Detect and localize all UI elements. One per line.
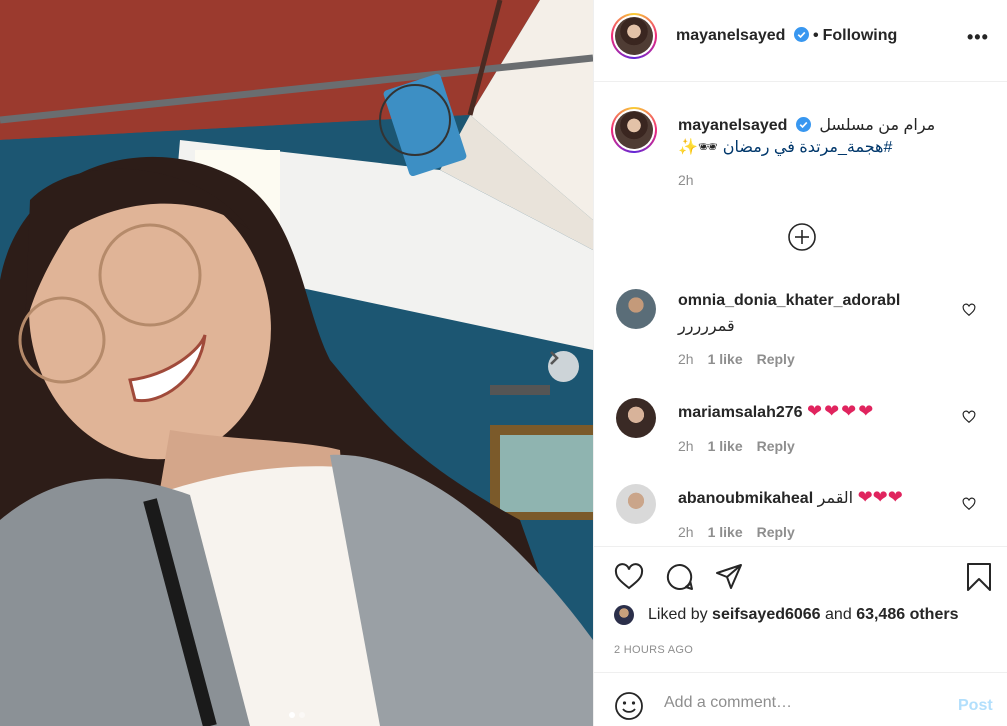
separator-dot: • <box>813 27 819 44</box>
liked-by-prefix: Liked by <box>648 606 708 623</box>
caption-avatar[interactable] <box>611 107 657 153</box>
liker-avatar[interactable] <box>614 605 634 625</box>
reply-button[interactable]: Reply <box>757 438 795 454</box>
post-actions: Liked by seifsayed6066 and 63,486 others… <box>594 546 1007 672</box>
plus-circle-icon[interactable] <box>787 222 817 252</box>
author-username[interactable]: mayanelsayed <box>676 27 785 44</box>
commenter-avatar[interactable] <box>616 398 656 438</box>
post-button[interactable]: Post <box>958 697 993 715</box>
comment-likes[interactable]: 1 like <box>708 438 743 454</box>
comment-likes[interactable]: 1 like <box>708 524 743 540</box>
caption-hashtag[interactable]: #هجمة_مرتدة في رمضان <box>723 139 893 156</box>
carousel-next-button[interactable] <box>548 351 579 382</box>
selfie-image <box>0 0 593 726</box>
paper-plane-icon[interactable] <box>714 562 744 592</box>
comment-text: ❤❤❤❤ <box>806 401 876 421</box>
commenter-username[interactable]: omnia_donia_khater_adorabl <box>678 292 900 310</box>
heart-icon[interactable] <box>614 562 644 592</box>
comment-time[interactable]: 2h <box>678 438 694 454</box>
smiley-icon[interactable] <box>614 691 644 721</box>
bookmark-icon[interactable] <box>964 562 994 592</box>
heart-icon[interactable] <box>962 303 976 317</box>
chevron-right-icon <box>550 351 559 365</box>
caption-username[interactable]: mayanelsayed <box>678 117 787 134</box>
carousel-dot <box>298 712 305 718</box>
reply-button[interactable]: Reply <box>757 351 795 367</box>
liked-by-user[interactable]: seifsayed6066 <box>712 606 821 624</box>
comment-text: قمررررر <box>678 318 735 335</box>
post-side-panel: mayanelsayed • Following ••• mayanelsayed… <box>593 0 1007 726</box>
verified-badge-icon <box>793 27 809 42</box>
more-options-button[interactable]: ••• <box>967 27 989 48</box>
commenter-username-text[interactable]: abanoubmikaheal <box>678 490 813 507</box>
comments-list[interactable]: mayanelsayed مرام من مسلسل #هجمة_مرتدة ف… <box>594 83 1007 546</box>
heart-icon[interactable] <box>962 410 976 424</box>
reply-button[interactable]: Reply <box>757 524 795 540</box>
commenter-username: mariamsalah276 ❤❤❤❤ <box>678 401 875 422</box>
author-avatar[interactable] <box>611 13 657 59</box>
following-label[interactable]: Following <box>823 27 898 44</box>
comment-text: القمر <box>817 490 854 507</box>
carousel-dot-active <box>288 712 295 718</box>
commenter-avatar[interactable] <box>616 289 656 329</box>
commenter-username: abanoubmikaheal القمر ❤❤❤ <box>678 487 903 508</box>
comment-meta: 2h 1 like Reply <box>678 351 809 367</box>
add-comment-bar: Post <box>594 672 1007 726</box>
post-timestamp[interactable]: 2 HOURS AGO <box>614 644 693 656</box>
post-header: mayanelsayed • Following ••• <box>594 0 1007 82</box>
post-photo[interactable] <box>0 0 593 726</box>
likes-count[interactable]: 63,486 others <box>856 606 958 624</box>
caption-text: مرام من مسلسل <box>819 117 936 134</box>
comment-bubble-icon[interactable] <box>665 562 695 592</box>
comment-likes[interactable]: 1 like <box>708 351 743 367</box>
comment-time[interactable]: 2h <box>678 524 694 540</box>
commenter-username-text[interactable]: mariamsalah276 <box>678 404 803 421</box>
carousel-indicator <box>0 712 593 718</box>
caption-time[interactable]: 2h <box>678 172 694 188</box>
verified-badge-icon <box>795 117 811 132</box>
liked-by-and: and <box>825 606 852 623</box>
comment-meta: 2h 1 like Reply <box>678 524 809 540</box>
comment-hearts: ❤❤❤ <box>857 487 903 507</box>
comment-input[interactable] <box>664 694 944 712</box>
comment-meta: 2h 1 like Reply <box>678 438 809 454</box>
comment-time[interactable]: 2h <box>678 351 694 367</box>
liked-by: Liked by seifsayed6066 and 63,486 others <box>614 605 958 625</box>
caption-emojis: 🕶✨ <box>678 139 719 156</box>
heart-icon[interactable] <box>962 497 976 511</box>
following-status[interactable]: • Following <box>813 27 897 45</box>
commenter-avatar[interactable] <box>616 484 656 524</box>
